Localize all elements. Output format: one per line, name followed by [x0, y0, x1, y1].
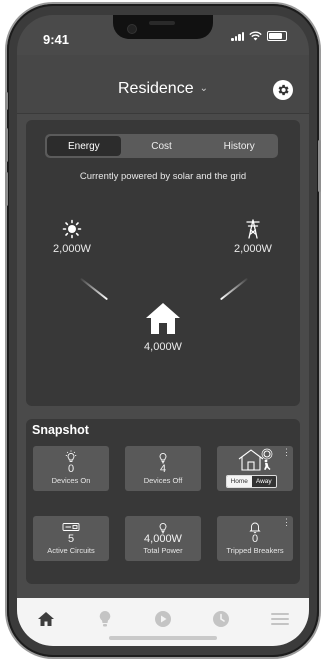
- header: Residence ⌄: [17, 55, 309, 114]
- tripped-breakers-label: Tripped Breakers: [226, 546, 284, 555]
- solar-source: 2,000W: [46, 219, 98, 255]
- gear-icon: [278, 84, 289, 96]
- snapshot-section: Snapshot 0 Devices On 4 Devices Off ⋮ Ho…: [26, 419, 300, 584]
- devices-on-value: 0: [67, 463, 75, 475]
- solar-power-value: 2,000W: [53, 243, 91, 255]
- tab-energy[interactable]: Energy: [47, 136, 121, 156]
- home-away-icon: [238, 448, 273, 471]
- sun-icon: [62, 219, 82, 239]
- home-indicator: [109, 636, 217, 640]
- home-consumption: 4,000W: [133, 300, 193, 353]
- nav-devices[interactable]: [93, 607, 117, 631]
- energy-card: Energy Cost History Currently powered by…: [26, 120, 300, 406]
- location-selector[interactable]: Residence ⌄: [17, 80, 309, 98]
- bulb-off-icon: [159, 452, 167, 463]
- active-circuits-value: 5: [67, 533, 75, 545]
- volume-up-button: [5, 128, 8, 162]
- silent-switch: [5, 92, 8, 110]
- clock-icon: [213, 611, 230, 627]
- breaker-panel-icon: [62, 522, 80, 531]
- notch: [113, 15, 213, 39]
- battery-icon: [267, 31, 287, 41]
- snapshot-title: Snapshot: [32, 423, 89, 437]
- nav-history[interactable]: [209, 607, 233, 631]
- app-screen: 9:41 Residence ⌄ Energy Cost History Curr…: [17, 15, 309, 646]
- home-power-value: 4,000W: [144, 341, 182, 353]
- power-tower-icon: [246, 219, 260, 239]
- active-circuits-tile[interactable]: 5 Active Circuits: [33, 516, 109, 561]
- grid-power-value: 2,000W: [234, 243, 272, 255]
- devices-off-value: 4: [159, 463, 167, 475]
- tab-history[interactable]: History: [202, 136, 276, 156]
- nav-home[interactable]: [34, 607, 58, 631]
- tripped-breakers-value: 0: [251, 533, 259, 545]
- home-away-tile: ⋮ Home Away: [217, 446, 293, 491]
- total-power-value: 4,000W: [144, 533, 182, 545]
- home-icon: [38, 612, 55, 626]
- bell-icon: [249, 522, 261, 533]
- devices-off-tile[interactable]: 4 Devices Off: [125, 446, 201, 491]
- play-icon: [154, 611, 171, 627]
- bulb-icon: [99, 610, 110, 627]
- nav-automations[interactable]: [151, 607, 175, 631]
- grid-source: 2,000W: [227, 219, 279, 255]
- total-power-tile[interactable]: 4,000W Total Power: [125, 516, 201, 561]
- away-mode-button[interactable]: Away: [251, 476, 276, 487]
- home-mode-button[interactable]: Home: [227, 476, 252, 487]
- devices-off-label: Devices Off: [143, 476, 183, 485]
- active-circuits-label: Active Circuits: [47, 546, 95, 555]
- volume-down-button: [5, 172, 8, 206]
- tab-cost[interactable]: Cost: [125, 136, 199, 156]
- devices-on-tile[interactable]: 0 Devices On: [33, 446, 109, 491]
- status-icons: [231, 31, 287, 41]
- page-title: Residence: [118, 80, 194, 97]
- power-source-note: Currently powered by solar and the grid: [79, 171, 247, 182]
- power-button: [318, 140, 321, 192]
- total-power-label: Total Power: [143, 546, 183, 555]
- more-options-icon[interactable]: ⋮: [282, 448, 291, 457]
- view-tabs: Energy Cost History: [45, 134, 278, 158]
- home-icon: [146, 303, 180, 334]
- home-away-toggle: Home Away: [226, 475, 277, 488]
- settings-button[interactable]: [273, 80, 293, 100]
- more-options-icon[interactable]: ⋮: [282, 518, 291, 527]
- wifi-icon: [249, 31, 262, 41]
- tripped-breakers-tile[interactable]: ⋮ 0 Tripped Breakers: [217, 516, 293, 561]
- nav-menu[interactable]: [268, 607, 292, 631]
- devices-on-label: Devices On: [51, 476, 91, 485]
- solar-flow-line: [79, 277, 109, 301]
- grid-flow-line: [219, 277, 249, 301]
- camera-icon: [127, 24, 137, 34]
- signal-icon: [231, 31, 244, 41]
- bulb-on-icon: [65, 450, 77, 462]
- bulb-icon: [159, 522, 167, 533]
- menu-icon: [270, 613, 289, 625]
- chevron-down-icon: ⌄: [199, 83, 208, 94]
- status-time: 9:41: [43, 32, 70, 47]
